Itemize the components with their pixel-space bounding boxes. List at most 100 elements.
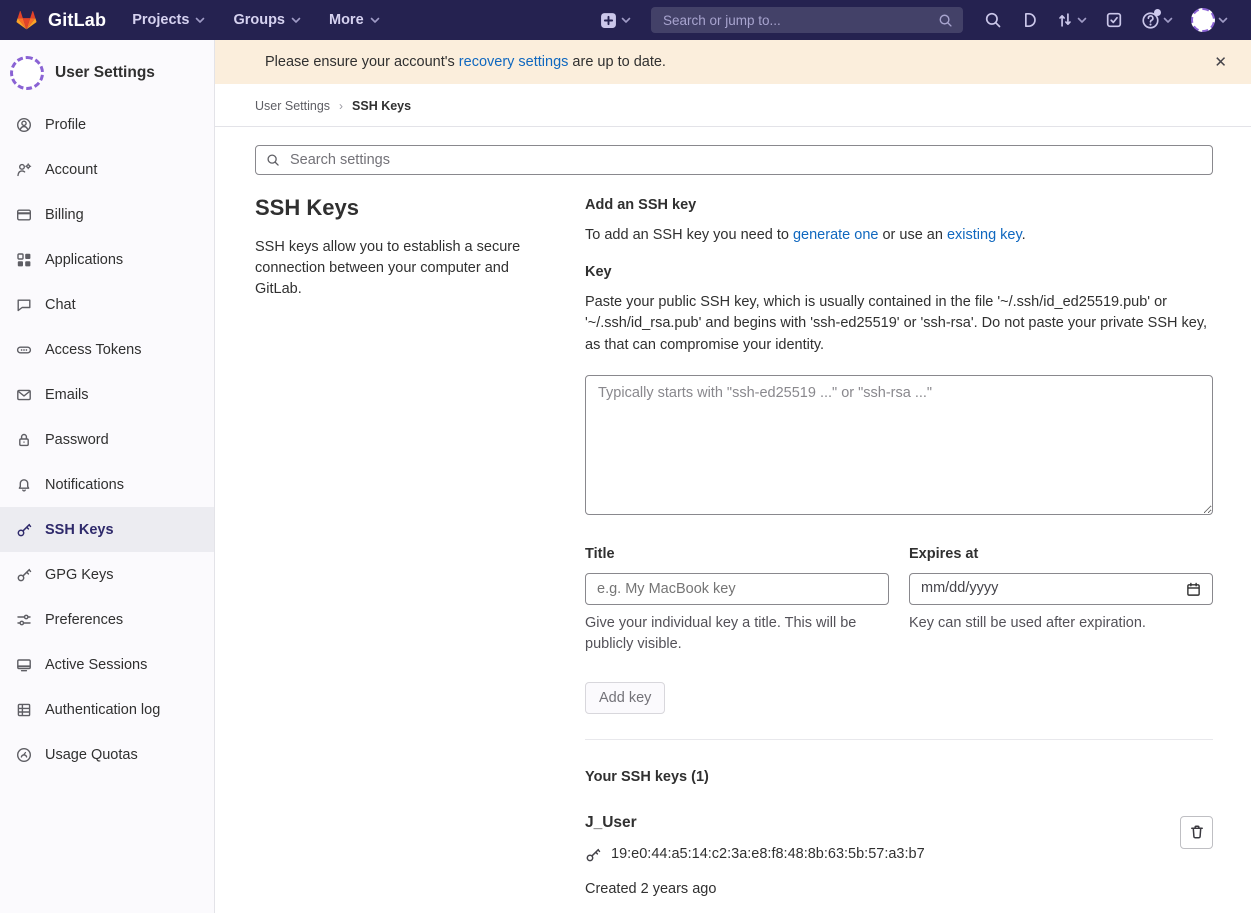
nav-projects[interactable]: Projects — [132, 12, 205, 28]
settings-sidebar: User Settings Profile Account Billing Ap… — [0, 40, 215, 913]
user-menu-button[interactable] — [1182, 0, 1237, 40]
plus-square-icon — [600, 12, 617, 29]
sidebar-item-notifications[interactable]: Notifications — [0, 462, 214, 507]
chevron-down-icon — [291, 17, 301, 24]
sidebar-item-ssh-keys[interactable]: SSH Keys — [0, 507, 214, 552]
ssh-key-textarea[interactable] — [585, 375, 1213, 515]
sidebar-item-chat[interactable]: Chat — [0, 282, 214, 327]
sidebar-item-label: Emails — [45, 387, 89, 403]
sidebar-item-label: Preferences — [45, 612, 123, 628]
close-icon[interactable]: ✕ — [1206, 49, 1235, 75]
log-table-icon — [16, 702, 32, 718]
generate-one-link[interactable]: generate one — [793, 227, 878, 243]
todos-button[interactable] — [1096, 0, 1132, 40]
sidebar-item-label: Notifications — [45, 477, 124, 493]
sidebar-item-usage-quotas[interactable]: Usage Quotas — [0, 732, 214, 777]
delete-key-button[interactable] — [1180, 816, 1213, 849]
existing-key-link[interactable]: existing key — [947, 227, 1022, 243]
applications-icon — [16, 252, 32, 268]
page-description: SSH keys allow you to establish a secure… — [255, 237, 540, 300]
key-icon — [16, 567, 32, 583]
ssh-key-fingerprint: 19:e0:44:a5:14:c2:3a:e8:f8:48:8b:63:5b:5… — [611, 844, 925, 866]
search-button[interactable] — [975, 0, 1011, 40]
add-ssh-key-heading: Add an SSH key — [585, 195, 1213, 217]
key-field-help: Paste your public SSH key, which is usua… — [585, 292, 1213, 357]
section-divider — [585, 739, 1213, 740]
key-icon — [585, 847, 601, 863]
breadcrumb-user-settings[interactable]: User Settings — [255, 99, 330, 113]
billing-icon — [16, 207, 32, 223]
your-ssh-keys-heading: Your SSH keys (1) — [585, 767, 1213, 789]
token-icon — [16, 342, 32, 358]
sidebar-item-emails[interactable]: Emails — [0, 372, 214, 417]
global-search-input[interactable] — [661, 12, 930, 29]
expires-field-help: Key can still be used after expiration. — [909, 613, 1213, 634]
sidebar-item-label: Password — [45, 432, 109, 448]
user-avatar — [10, 56, 44, 90]
top-navbar: GitLab Projects Groups More — [0, 0, 1251, 40]
sidebar-item-label: SSH Keys — [45, 522, 114, 538]
sidebar-item-password[interactable]: Password — [0, 417, 214, 462]
main-content: Please ensure your account's recovery se… — [215, 40, 1251, 913]
chat-icon — [16, 297, 32, 313]
sidebar-item-account[interactable]: Account — [0, 147, 214, 192]
trash-icon — [1189, 824, 1205, 840]
breadcrumb-current: SSH Keys — [352, 99, 411, 113]
chevron-down-icon — [1163, 17, 1173, 24]
gitlab-logo[interactable]: GitLab — [14, 8, 106, 32]
sidebar-item-gpg-keys[interactable]: GPG Keys — [0, 552, 214, 597]
title-field-label: Title — [585, 544, 889, 566]
sidebar-item-label: Profile — [45, 117, 86, 133]
global-search — [651, 7, 963, 33]
sidebar-item-label: GPG Keys — [45, 567, 114, 583]
title-input[interactable] — [585, 573, 889, 605]
nav-projects-label: Projects — [132, 12, 189, 28]
bell-icon — [16, 477, 32, 493]
account-icon — [16, 162, 32, 178]
sidebar-item-active-sessions[interactable]: Active Sessions — [0, 642, 214, 687]
sidebar-item-label: Active Sessions — [45, 657, 147, 673]
merge-requests-button[interactable] — [1047, 0, 1096, 40]
nav-groups[interactable]: Groups — [233, 12, 301, 28]
chevron-down-icon — [1218, 17, 1228, 24]
title-expires-row: Title Give your individual key a title. … — [585, 544, 1213, 656]
chevron-down-icon — [621, 17, 631, 24]
sidebar-item-access-tokens[interactable]: Access Tokens — [0, 327, 214, 372]
title-field-help: Give your individual key a title. This w… — [585, 613, 870, 655]
recovery-settings-alert: Please ensure your account's recovery se… — [215, 40, 1251, 84]
intro-text: or use an — [878, 227, 947, 243]
sidebar-item-label: Chat — [45, 297, 76, 313]
sidebar-item-authentication-log[interactable]: Authentication log — [0, 687, 214, 732]
calendar-icon[interactable] — [1186, 582, 1201, 597]
title-field-group: Title Give your individual key a title. … — [585, 544, 889, 656]
help-button[interactable] — [1132, 0, 1182, 40]
expires-field-group: Expires at mm/dd/yyyy Key can still be u… — [909, 544, 1213, 656]
sidebar-title: User Settings — [55, 64, 155, 82]
avatar — [1191, 8, 1215, 32]
merge-request-icon — [1056, 11, 1074, 29]
nav-more[interactable]: More — [329, 12, 380, 28]
issues-button[interactable] — [1011, 0, 1047, 40]
gitlab-tanuki-icon — [14, 8, 39, 32]
sidebar-item-profile[interactable]: Profile — [0, 102, 214, 147]
sidebar-item-applications[interactable]: Applications — [0, 237, 214, 282]
ssh-key-info: J_User 19:e0:44:a5:14:c2:3a:e8:f8:48:8b:… — [585, 812, 1180, 913]
expires-date-input[interactable]: mm/dd/yyyy — [909, 573, 1213, 605]
sliders-icon — [16, 612, 32, 628]
alert-text-before: Please ensure your account's — [265, 54, 459, 70]
password-lock-icon — [16, 432, 32, 448]
monitor-icon — [16, 657, 32, 673]
profile-icon — [16, 117, 32, 133]
ssh-key-item: J_User 19:e0:44:a5:14:c2:3a:e8:f8:48:8b:… — [585, 812, 1213, 913]
ssh-key-title[interactable]: J_User — [585, 812, 1180, 834]
add-key-button[interactable]: Add key — [585, 682, 665, 714]
sidebar-item-preferences[interactable]: Preferences — [0, 597, 214, 642]
settings-search-input[interactable] — [288, 151, 1202, 169]
sidebar-item-label: Authentication log — [45, 702, 160, 718]
settings-container: SSH Keys SSH keys allow you to establish… — [215, 127, 1251, 913]
ssh-key-fingerprint-row: 19:e0:44:a5:14:c2:3a:e8:f8:48:8b:63:5b:5… — [585, 844, 1180, 866]
sidebar-item-billing[interactable]: Billing — [0, 192, 214, 237]
new-menu-button[interactable] — [592, 12, 639, 29]
search-icon — [938, 13, 953, 28]
recovery-settings-link[interactable]: recovery settings — [459, 54, 569, 70]
